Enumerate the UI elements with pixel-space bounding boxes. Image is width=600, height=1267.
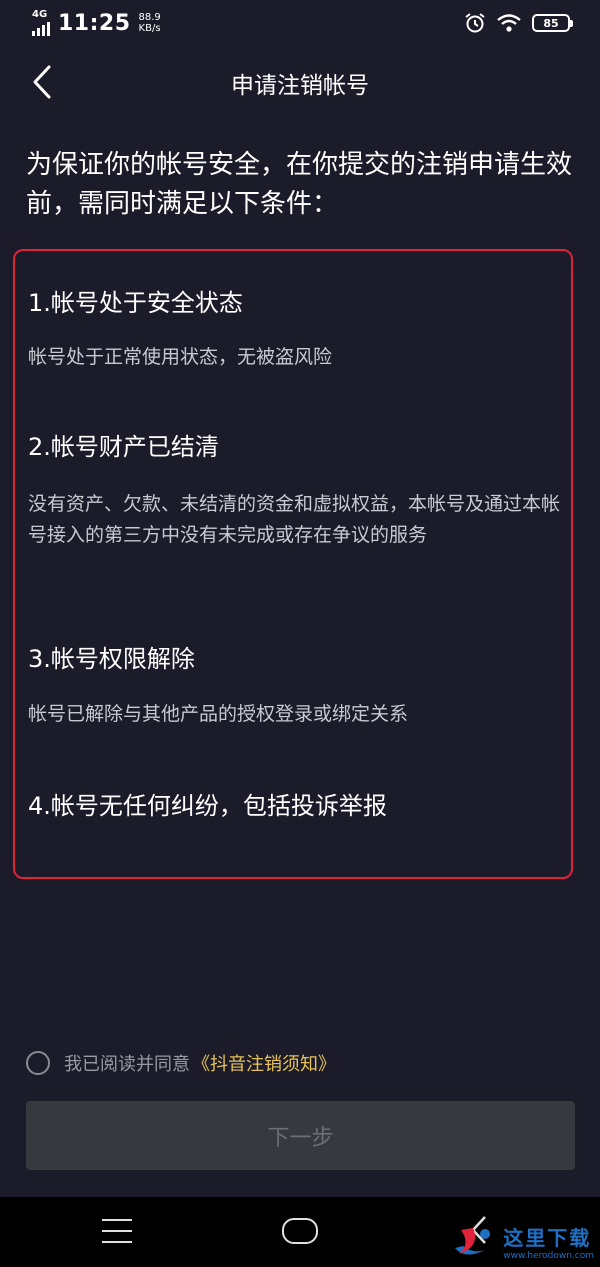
agreement-checkbox[interactable]	[26, 1051, 50, 1075]
condition-desc: 没有资产、欠款、未结清的资金和虚拟权益，本帐号及通过本帐号接入的第三方中没有未完…	[28, 493, 561, 546]
status-bar: 4G 11:25 88.9 KB/s 85	[0, 0, 600, 52]
signal-bars-icon	[32, 22, 50, 36]
page-title: 申请注销帐号	[231, 73, 369, 99]
condition-title: 1.帐号处于安全状态	[28, 289, 243, 317]
agreement-row: 我已阅读并同意 《抖音注销须知》	[26, 1050, 336, 1076]
speed-value: 88.9	[138, 12, 161, 23]
speed-unit: KB/s	[138, 23, 161, 34]
network-type: 4G	[32, 9, 48, 20]
status-left: 4G 11:25 88.9 KB/s	[32, 10, 161, 36]
agreement-text: 我已阅读并同意	[64, 1054, 190, 1075]
network-speed: 88.9 KB/s	[139, 12, 161, 34]
next-button[interactable]: 下一步	[26, 1101, 575, 1170]
home-icon[interactable]	[282, 1218, 318, 1244]
condition-desc: 帐号处于正常使用状态，无被盗风险	[28, 346, 333, 368]
condition-title: 2.帐号财产已结清	[28, 433, 219, 461]
watermark: 这里下载 www.herodown.com	[451, 1222, 594, 1261]
watermark-url: www.herodown.com	[503, 1251, 594, 1261]
condition-title: 4.帐号无任何纠纷，包括投诉举报	[28, 792, 387, 820]
status-right: 85	[464, 12, 573, 34]
condition-desc: 帐号已解除与其他产品的授权登录或绑定关系	[28, 703, 409, 725]
next-button-label: 下一步	[267, 1125, 334, 1151]
battery-icon: 85	[532, 14, 573, 32]
clock: 11:25	[58, 10, 131, 36]
watermark-title: 这里下载	[503, 1226, 592, 1250]
watermark-text: 这里下载 www.herodown.com	[503, 1222, 594, 1261]
alarm-icon	[465, 13, 485, 33]
wifi-icon	[497, 14, 521, 32]
terms-link[interactable]: 《抖音注销须知》	[192, 1050, 336, 1076]
conditions-box: 1.帐号处于安全状态 帐号处于正常使用状态，无被盗风险 2.帐号财产已结清 没有…	[13, 249, 573, 879]
intro-text: 为保证你的帐号安全，在你提交的注销申请生效前，需同时满足以下条件：	[26, 150, 573, 219]
menu-icon[interactable]	[102, 1219, 132, 1243]
signal-indicator: 4G	[32, 10, 50, 36]
watermark-logo	[455, 1227, 491, 1255]
condition-title: 3.帐号权限解除	[28, 645, 195, 673]
header: 申请注销帐号	[0, 52, 600, 112]
